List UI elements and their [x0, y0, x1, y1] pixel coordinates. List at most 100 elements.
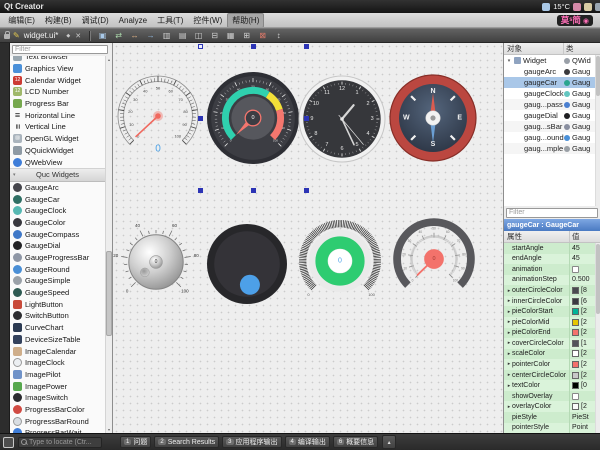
- property-row-innerCircleColor[interactable]: ▸ innerCircleColor [6: [504, 296, 600, 307]
- property-row-outerCircleColor[interactable]: ▸ outerCircleColor [8: [504, 285, 600, 296]
- output-pane-4[interactable]: 4 编译输出: [285, 436, 330, 448]
- output-pane-2[interactable]: 2 Search Results: [154, 436, 219, 448]
- selection-handle[interactable]: [304, 116, 309, 121]
- object-row-gaugeArc[interactable]: gaugeArc Gaug: [504, 66, 600, 77]
- widget-item-curvechart[interactable]: CurveChart: [10, 322, 105, 334]
- property-row-animation[interactable]: animation: [504, 264, 600, 275]
- property-row-pieStyle[interactable]: pieStyle PieSt: [504, 412, 600, 423]
- property-row-scaleColor[interactable]: ▸ scaleColor [2: [504, 349, 600, 360]
- property-filter-input[interactable]: [506, 208, 598, 218]
- object-row-gaugeDial[interactable]: gaugeDial Gaug: [504, 110, 600, 121]
- property-row-pieColorMid[interactable]: ▸ pieColorMid [2: [504, 317, 600, 328]
- widget-item-switchbutton[interactable]: SwitchButton: [10, 310, 105, 322]
- selection-handle[interactable]: [251, 44, 256, 49]
- sidebar-toggle-icon[interactable]: [3, 437, 14, 448]
- splitter-vertical-icon[interactable]: ⊟: [209, 29, 220, 42]
- object-row-gaugmple[interactable]: gaug...mple Gaug: [504, 143, 600, 154]
- widget-item-calendar-widget[interactable]: 12 Calendar Widget: [10, 74, 105, 86]
- splitter-horizontal-icon[interactable]: ◫: [193, 29, 204, 42]
- edit-signals-slots-icon[interactable]: ⇄: [113, 29, 124, 42]
- grid-layout-icon[interactable]: ⊞: [241, 29, 252, 42]
- widget-item-gaugespeed[interactable]: GaugeSpeed: [10, 287, 105, 299]
- property-row-textColor[interactable]: ▸ textColor [0: [504, 380, 600, 391]
- widget-item-gaugecar[interactable]: GaugeCar: [10, 193, 105, 205]
- color-swatch[interactable]: [572, 382, 579, 389]
- widget-section-header[interactable]: ▾ Quc Widgets: [10, 168, 105, 182]
- layout-horizontal-icon[interactable]: ▥: [161, 29, 172, 42]
- object-row-gaugound[interactable]: gaug...ound Gaug: [504, 132, 600, 143]
- adjust-size-icon[interactable]: ↕: [273, 29, 284, 42]
- widget-item-progress-bar[interactable]: Progress Bar: [10, 98, 105, 110]
- scrollbar-thumb[interactable]: [106, 251, 112, 336]
- property-row-overlayColor[interactable]: ▸ overlayColor [2: [504, 401, 600, 412]
- property-row-pieColorStart[interactable]: ▸ pieColorStart [2: [504, 306, 600, 317]
- mode-selector-strip[interactable]: [0, 43, 10, 433]
- widget-list-scrollbar[interactable]: ▴ ▾: [105, 56, 112, 433]
- widget-item-imagepilot[interactable]: ImagePilot: [10, 369, 105, 381]
- object-row-gaugeClock[interactable]: gaugeClock Gaug: [504, 88, 600, 99]
- widget-item-qquickwidget[interactable]: QQuickWidget: [10, 145, 105, 157]
- input-method-icon[interactable]: [573, 3, 581, 11]
- widget-item-qwebview[interactable]: QWebView: [10, 156, 105, 168]
- widget-item-progressbarcolor[interactable]: ProgressBarColor: [10, 404, 105, 416]
- selection-handle[interactable]: [198, 116, 203, 121]
- widget-item-text-browser[interactable]: Text Browser: [10, 56, 105, 63]
- object-inspector-scrollbar[interactable]: [595, 55, 600, 206]
- widget-item-horizontal-line[interactable]: ≡ Horizontal Line: [10, 109, 105, 121]
- menu-item[interactable]: Analyze: [114, 14, 152, 27]
- edit-tab-order-icon[interactable]: →: [145, 29, 156, 42]
- property-row-endAngle[interactable]: endAngle 45: [504, 254, 600, 265]
- weather-icon[interactable]: [542, 3, 550, 11]
- tree-expander-icon[interactable]: ▾: [506, 58, 512, 64]
- menu-item[interactable]: 控件(W): [188, 13, 227, 28]
- color-swatch[interactable]: [572, 372, 579, 379]
- widget-item-gaugecompass[interactable]: GaugeCompass: [10, 228, 105, 240]
- property-row-pointerColor[interactable]: ▸ pointerColor [2: [504, 359, 600, 370]
- property-editor-scrollbar[interactable]: [595, 243, 600, 433]
- color-swatch[interactable]: [572, 403, 579, 410]
- widget-item-gaugearc[interactable]: GaugeArc: [10, 182, 105, 194]
- menu-item[interactable]: 帮助(H): [227, 13, 264, 28]
- clipped-tray-icon[interactable]: [595, 3, 600, 11]
- edit-buddies-icon[interactable]: ↔: [129, 29, 140, 42]
- object-row-Widget[interactable]: ▾ Widget QWid: [504, 55, 600, 66]
- calendar-tray-icon[interactable]: [584, 3, 592, 11]
- menu-item[interactable]: 调试(D): [77, 13, 114, 28]
- widget-item-lcd-number[interactable]: 12 LCD Number: [10, 86, 105, 98]
- property-row-showOverlay[interactable]: showOverlay: [504, 391, 600, 402]
- widget-item-gaugeround[interactable]: GaugeRound: [10, 263, 105, 275]
- output-pane-1[interactable]: 1 问题: [120, 436, 151, 448]
- selection-handle[interactable]: [251, 188, 256, 193]
- output-pane-6[interactable]: 6 概要信息: [333, 436, 378, 448]
- widget-item-gaugesimple[interactable]: GaugeSimple: [10, 275, 105, 287]
- widget-item-imageclock[interactable]: ImageClock: [10, 357, 105, 369]
- property-row-centerCircleColor[interactable]: ▸ centerCircleColor [2: [504, 370, 600, 381]
- locator-input[interactable]: Type to locate (Ctr...: [18, 437, 102, 448]
- menu-item[interactable]: 构建(B): [40, 13, 77, 28]
- widget-item-gaugecolor[interactable]: GaugeColor: [10, 217, 105, 229]
- object-row-gaugeCar[interactable]: gaugeCar Gaug: [504, 77, 600, 88]
- document-dropdown-icon[interactable]: ◆: [66, 33, 70, 39]
- widget-item-imagecalendar[interactable]: ImageCalendar: [10, 345, 105, 357]
- widget-item-devicesizetable[interactable]: DeviceSizeTable: [10, 334, 105, 346]
- edit-widgets-icon[interactable]: ▣: [97, 29, 108, 42]
- color-swatch[interactable]: [572, 329, 579, 336]
- widget-item-lightbutton[interactable]: LightButton: [10, 298, 105, 310]
- open-document-name[interactable]: widget.ui*: [23, 31, 59, 40]
- property-row-pointerStyle[interactable]: pointerStyle Point: [504, 423, 600, 433]
- form-layout-icon[interactable]: ▦: [225, 29, 236, 42]
- widget-item-graphics-view[interactable]: Graphics View: [10, 63, 105, 75]
- selection-handle[interactable]: [304, 188, 309, 193]
- color-swatch[interactable]: [572, 350, 579, 357]
- object-row-gaugpass[interactable]: gaug...pass Gaug: [504, 99, 600, 110]
- form-editor-canvas[interactable]: 0102030405060708090100001020304050607080…: [113, 43, 503, 433]
- color-swatch[interactable]: [572, 361, 579, 368]
- widget-item-gaugedial[interactable]: GaugeDial: [10, 240, 105, 252]
- color-swatch[interactable]: [572, 287, 579, 294]
- ime-badge[interactable]: 莫ˢ简 ◉: [557, 15, 593, 26]
- property-row-animationStep[interactable]: animationStep 0.500: [504, 275, 600, 286]
- output-pane-collapse-button[interactable]: ▴: [382, 435, 396, 449]
- color-swatch[interactable]: [572, 298, 579, 305]
- scroll-down-icon[interactable]: ▾: [106, 426, 112, 433]
- widget-item-progressbarround[interactable]: ProgressBarRound: [10, 415, 105, 427]
